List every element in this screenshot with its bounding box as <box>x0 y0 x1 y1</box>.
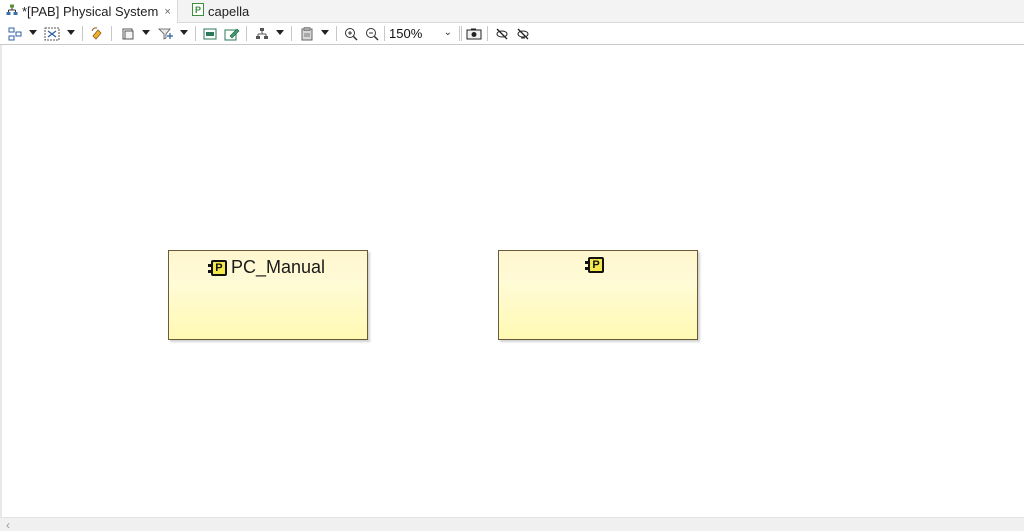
layout-tree-icon[interactable] <box>255 25 269 42</box>
camera-icon[interactable] <box>466 25 482 42</box>
hide-element-icon[interactable] <box>495 25 509 42</box>
close-icon[interactable]: × <box>164 6 170 18</box>
filters-dropdown-icon[interactable] <box>180 30 188 35</box>
diagram-tree-icon <box>6 4 18 19</box>
physical-component-icon: P <box>585 257 604 273</box>
layers-dropdown-icon[interactable] <box>142 30 150 35</box>
refresh-icon[interactable] <box>90 25 104 42</box>
capella-project-icon: P <box>192 3 204 19</box>
tab-label: *[PAB] Physical System <box>22 4 159 19</box>
layout-dropdown-icon[interactable] <box>276 30 284 35</box>
diagram-toolbar: 150% ⌄ <box>0 23 1024 45</box>
select-dropdown-icon[interactable] <box>67 30 75 35</box>
arrange-dropdown-icon[interactable] <box>29 30 37 35</box>
layers-icon[interactable] <box>121 25 135 42</box>
zoom-out-icon[interactable] <box>365 25 379 42</box>
node-label: PC_Manual <box>230 257 326 277</box>
node-header: P <box>499 257 697 273</box>
select-all-icon[interactable] <box>44 25 60 42</box>
hide-label-icon[interactable] <box>516 25 530 42</box>
zoom-in-icon[interactable] <box>344 25 358 42</box>
paste-format-icon[interactable] <box>300 25 314 42</box>
physical-component-node[interactable]: P PC_Manual <box>168 250 368 340</box>
svg-text:P: P <box>195 5 201 15</box>
filters-icon[interactable] <box>158 25 174 42</box>
zoom-level-value: 150% <box>389 26 423 41</box>
physical-component-icon: P <box>207 259 227 276</box>
node-header: P PC_Manual <box>169 257 367 278</box>
tab-capella[interactable]: P capella <box>186 0 255 22</box>
tab-physical-system[interactable]: *[PAB] Physical System × <box>0 0 178 23</box>
editor-tab-bar: *[PAB] Physical System × P capella <box>0 0 1024 23</box>
horizontal-scrollbar[interactable]: ‹ <box>0 517 1024 532</box>
diagram-canvas[interactable]: P PC_Manual P <box>0 45 1024 517</box>
physical-component-node[interactable]: P <box>498 250 698 340</box>
paste-format-dropdown-icon[interactable] <box>321 30 329 35</box>
diagram-image-icon[interactable] <box>203 25 217 42</box>
tab-label: capella <box>208 3 250 19</box>
zoom-level-combo[interactable]: 150% ⌄ <box>389 25 455 42</box>
arrange-all-icon[interactable] <box>8 25 22 42</box>
chevron-down-icon[interactable]: ⌄ <box>444 27 452 38</box>
edit-diagram-icon[interactable] <box>224 25 240 42</box>
